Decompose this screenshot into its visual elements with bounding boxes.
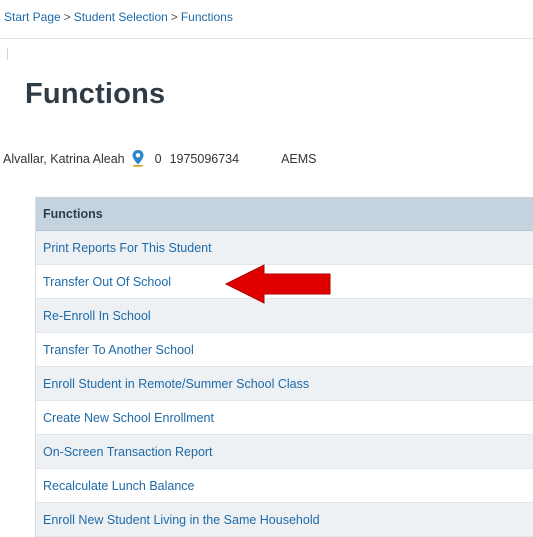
function-link-print-reports[interactable]: Print Reports For This Student bbox=[43, 241, 212, 255]
function-row: Recalculate Lunch Balance bbox=[36, 469, 533, 503]
function-row: Transfer To Another School bbox=[36, 333, 533, 367]
breadcrumb-student-selection[interactable]: Student Selection bbox=[74, 10, 168, 24]
function-row: Re-Enroll In School bbox=[36, 299, 533, 333]
functions-page: Start Page > Student Selection > Functions F… bbox=[0, 0, 533, 537]
function-link-enroll-household[interactable]: Enroll New Student Living in the Same Ho… bbox=[43, 513, 320, 527]
function-link-transfer-another[interactable]: Transfer To Another School bbox=[43, 343, 194, 357]
page-title: Functions bbox=[25, 78, 166, 110]
header-divider bbox=[0, 38, 533, 39]
map-pin-icon[interactable] bbox=[131, 149, 145, 167]
student-info: Alvallar, Katrina Aleah 0 1975096734 AEM… bbox=[3, 150, 317, 168]
function-row: Print Reports For This Student bbox=[36, 231, 533, 265]
student-name: Alvallar, Katrina Aleah bbox=[3, 152, 125, 166]
breadcrumb-current: Functions bbox=[180, 10, 233, 24]
red-arrow-icon bbox=[224, 264, 331, 304]
student-number: 0 bbox=[154, 152, 162, 166]
breadcrumb-start-page[interactable]: Start Page bbox=[4, 10, 61, 24]
function-link-transfer-out[interactable]: Transfer Out Of School bbox=[43, 275, 171, 289]
breadcrumb: Start Page > Student Selection > Functions bbox=[4, 10, 233, 24]
function-row: On-Screen Transaction Report bbox=[36, 435, 533, 469]
function-row: Enroll New Student Living in the Same Ho… bbox=[36, 503, 533, 537]
functions-table-header: Functions bbox=[36, 197, 533, 231]
student-id: 1975096734 bbox=[169, 152, 240, 166]
function-link-transaction-report[interactable]: On-Screen Transaction Report bbox=[43, 445, 213, 459]
student-school: AEMS bbox=[281, 152, 317, 166]
function-link-enroll-remote-summer[interactable]: Enroll Student in Remote/Summer School C… bbox=[43, 377, 309, 391]
function-row: Enroll Student in Remote/Summer School C… bbox=[36, 367, 533, 401]
function-link-re-enroll[interactable]: Re-Enroll In School bbox=[43, 309, 151, 323]
breadcrumb-separator: > bbox=[170, 10, 178, 24]
breadcrumb-separator: > bbox=[63, 10, 71, 24]
function-link-create-enrollment[interactable]: Create New School Enrollment bbox=[43, 411, 214, 425]
function-row: Create New School Enrollment bbox=[36, 401, 533, 435]
function-link-recalculate-lunch[interactable]: Recalculate Lunch Balance bbox=[43, 479, 195, 493]
functions-table: Functions Print Reports For This Student… bbox=[35, 197, 533, 537]
panel-edge bbox=[7, 48, 8, 60]
